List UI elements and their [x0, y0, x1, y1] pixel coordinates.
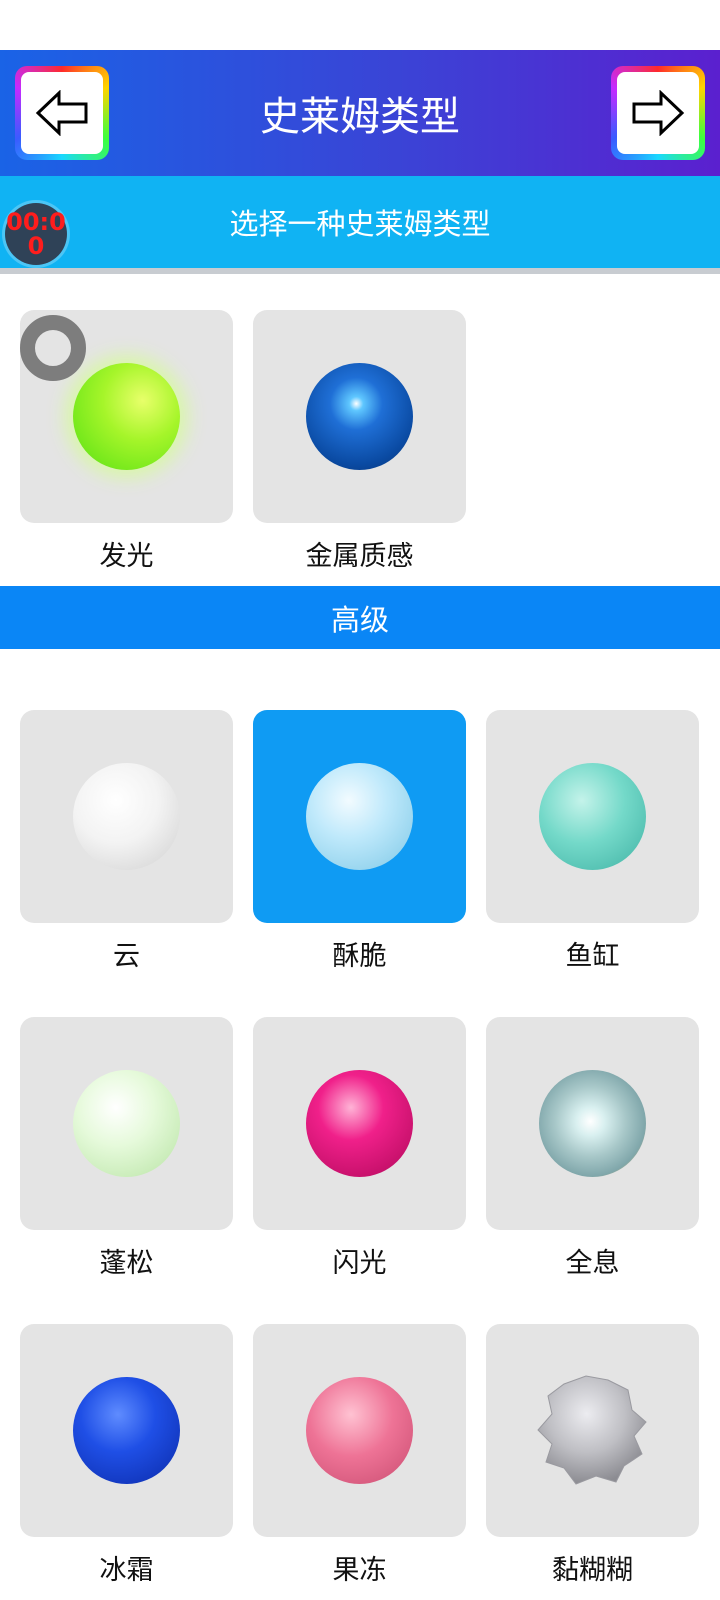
header-bar: 史莱姆类型	[0, 50, 720, 176]
slime-label: 发光	[99, 541, 154, 572]
slime-card-cloud[interactable]	[20, 710, 233, 923]
slime-label: 冰霜	[99, 1555, 154, 1586]
slime-label: 蓬松	[99, 1248, 154, 1279]
slime-ball-fishbowl	[539, 763, 646, 870]
slime-card-gooey[interactable]	[486, 1324, 699, 1537]
slime-label: 果冻	[332, 1555, 387, 1586]
slime-card-metallic[interactable]	[253, 310, 466, 523]
slime-ball-fluffy	[73, 1070, 180, 1177]
slime-card-hologram[interactable]	[486, 1017, 699, 1230]
arrow-right-icon	[617, 72, 699, 154]
slime-ball-glow	[73, 363, 180, 470]
arrow-left-icon	[21, 72, 103, 154]
forward-button[interactable]	[611, 66, 705, 160]
slime-label: 全息	[565, 1248, 620, 1279]
subheader-bar: 选择一种史莱姆类型 00:00	[0, 176, 720, 274]
slime-ball-hologram	[539, 1070, 646, 1177]
slime-ball-frost	[73, 1377, 180, 1484]
slime-ball-metallic	[306, 363, 413, 470]
page-title: 史莱姆类型	[260, 94, 460, 140]
slime-card-fishbowl[interactable]	[486, 710, 699, 923]
slime-label: 黏糊糊	[552, 1555, 633, 1586]
slime-label: 鱼缸	[565, 941, 620, 972]
slime-label: 酥脆	[332, 941, 387, 972]
timer-badge: 00:00	[5, 203, 67, 265]
slime-card-frost[interactable]	[20, 1324, 233, 1537]
slime-ball-gooey	[537, 1375, 647, 1485]
section-title-advanced: 高级	[0, 586, 720, 649]
slime-ball-glitter	[306, 1070, 413, 1177]
slime-label: 闪光	[332, 1248, 387, 1279]
slime-label: 金属质感	[305, 541, 414, 572]
touch-ring-icon[interactable]	[20, 315, 86, 381]
slime-card-glitter[interactable]	[253, 1017, 466, 1230]
slime-ball-cloud	[73, 763, 180, 870]
slime-card-jelly[interactable]	[253, 1324, 466, 1537]
slime-label: 云	[113, 941, 140, 972]
slime-card-fluffy[interactable]	[20, 1017, 233, 1230]
subheader-text: 选择一种史莱姆类型	[229, 207, 491, 241]
slime-card-crunchy[interactable]	[253, 710, 466, 923]
back-button[interactable]	[15, 66, 109, 160]
slime-ball-jelly	[306, 1377, 413, 1484]
slime-ball-crunchy	[306, 763, 413, 870]
